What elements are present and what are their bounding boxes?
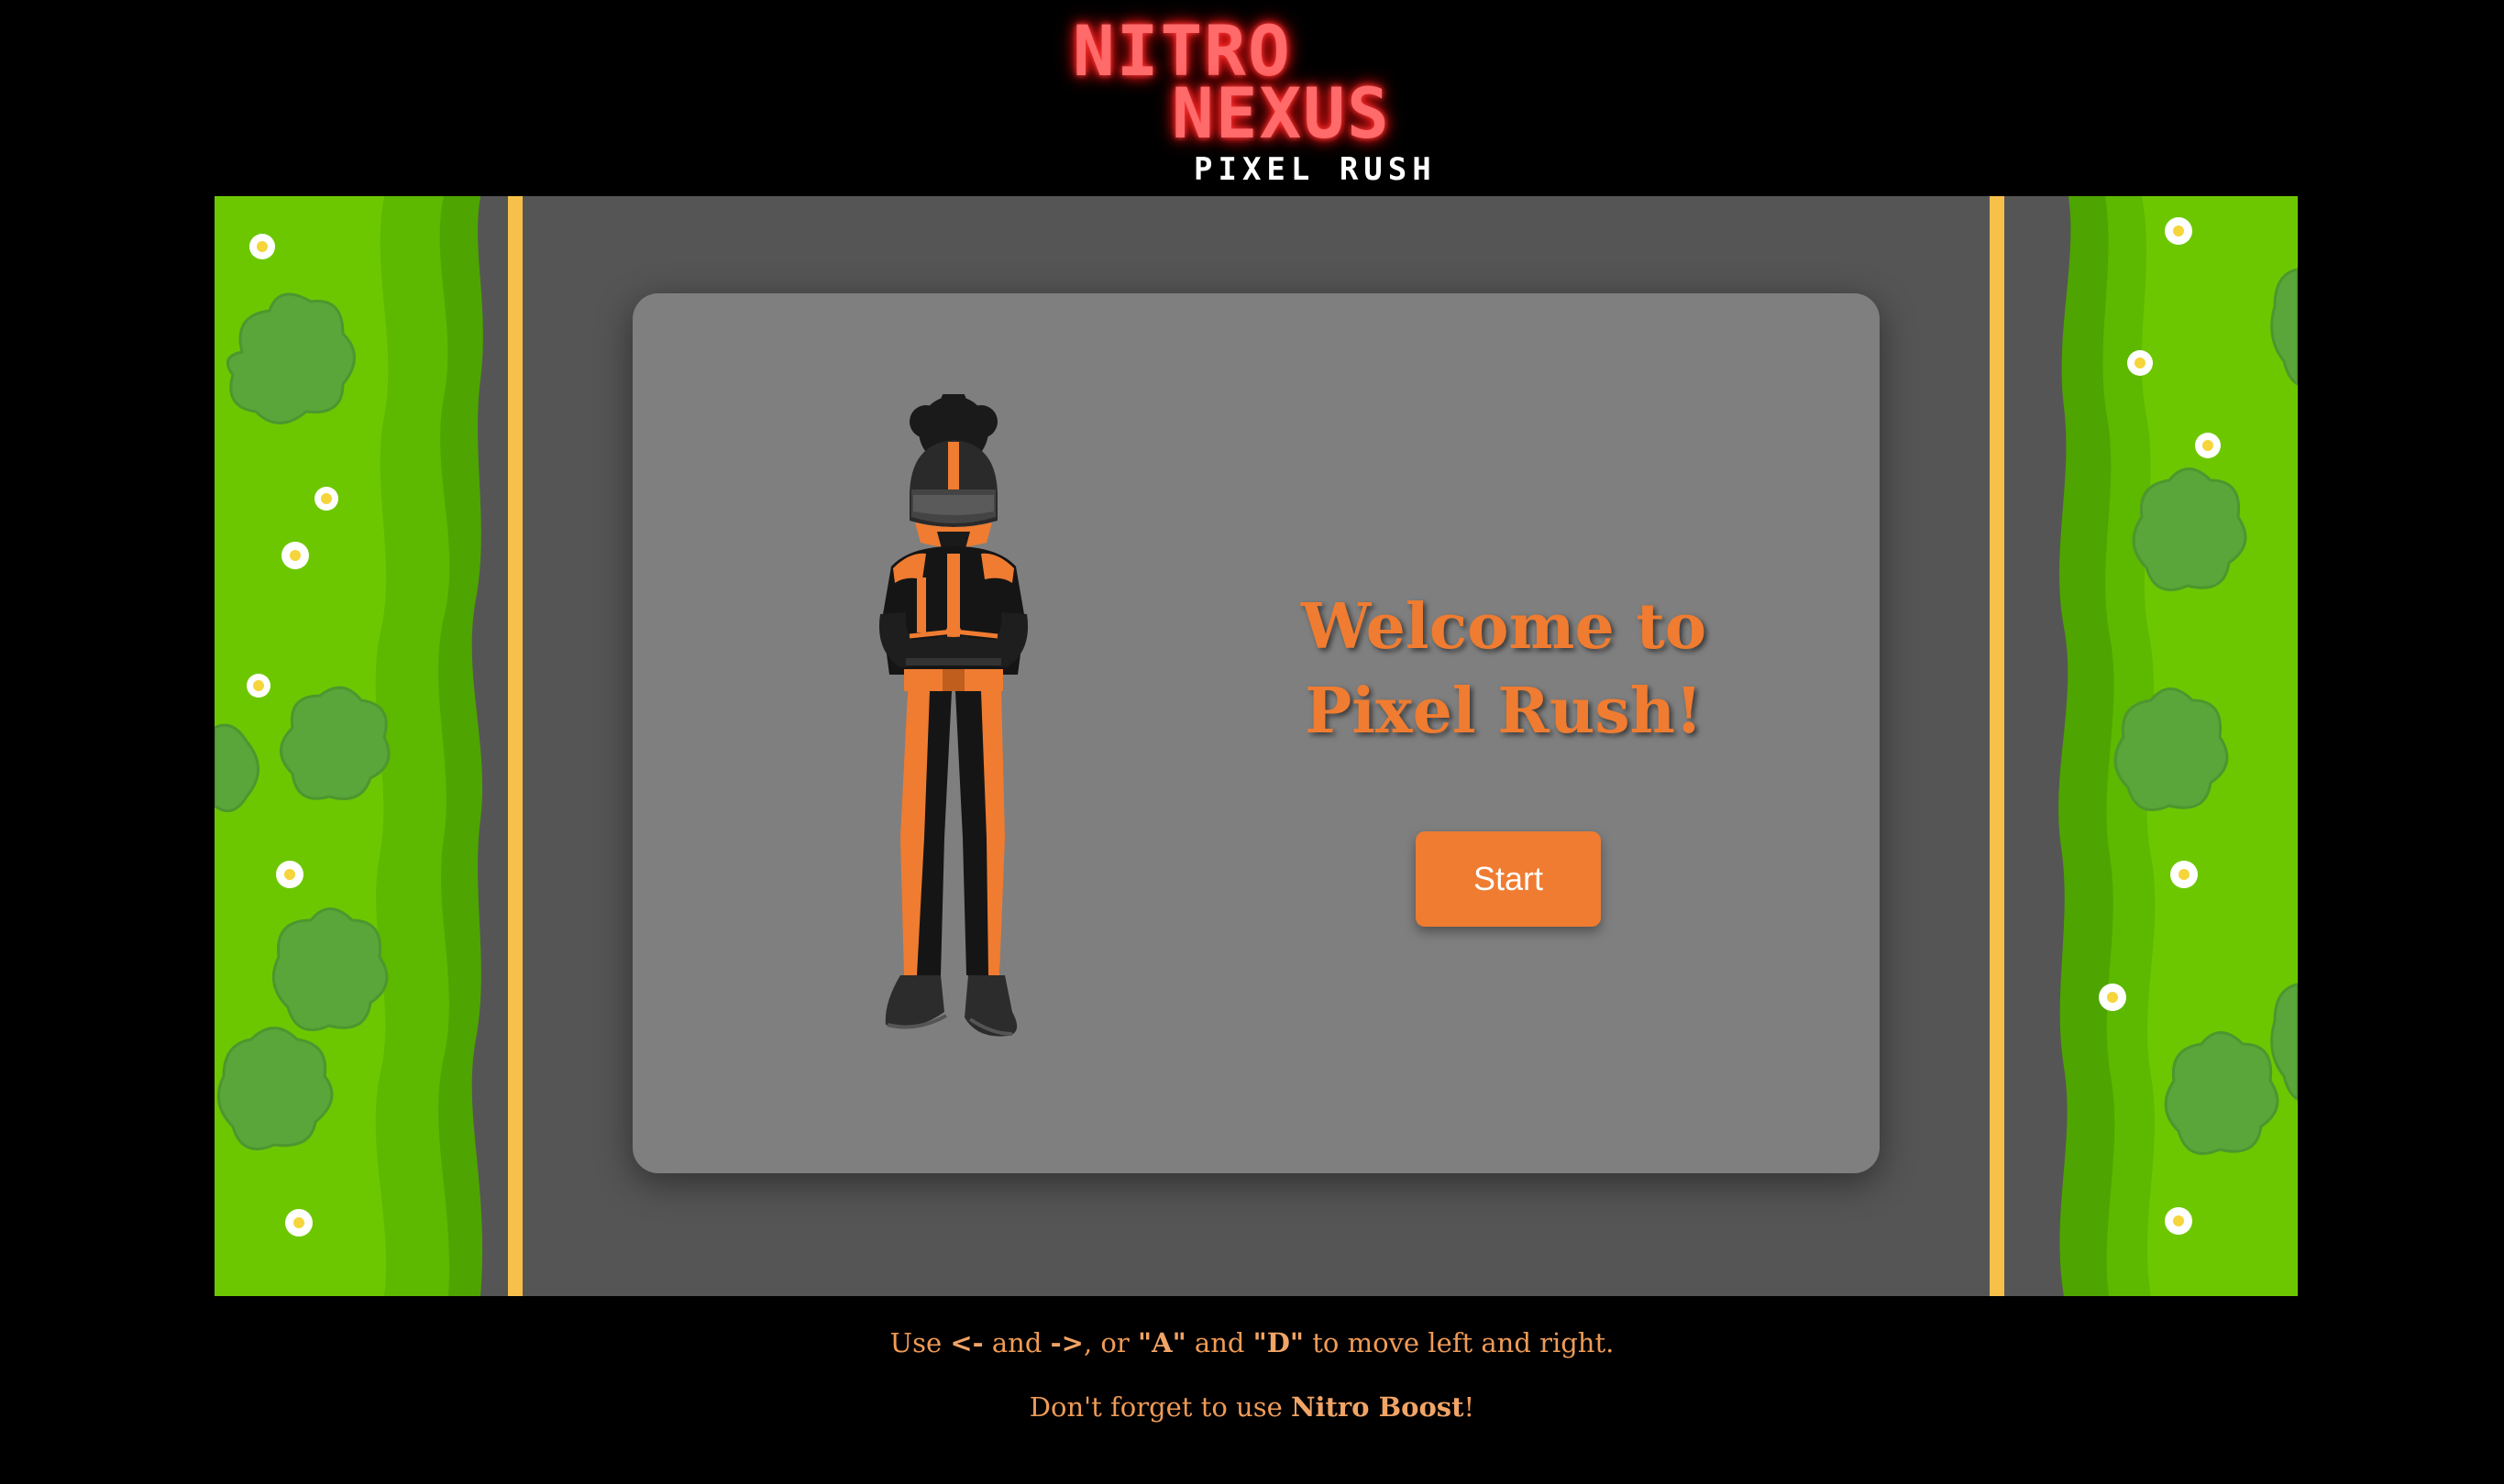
d-key-label: "D" [1252,1327,1305,1358]
welcome-heading: Welcome to Pixel Rush! [1219,585,1788,753]
welcome-heading-line2: Pixel Rush! [1305,675,1703,748]
controls-text-2: and [983,1327,1051,1358]
grass-right [2013,196,2298,1296]
nitro-boost-reminder: Don't forget to use Nitro Boost! [0,1384,2504,1448]
welcome-heading-line1: Welcome to [1300,590,1707,664]
welcome-card: Welcome to Pixel Rush! Start [633,293,1880,1173]
boost-text-2: ! [1463,1391,1475,1423]
left-arrow-key-label: <- [950,1327,984,1358]
nitro-nexus-logo: NITRO NEXUS PIXEL RUSH [1064,16,1449,186]
start-button[interactable]: Start [1416,831,1601,927]
nitro-boost-label: Nitro Boost [1290,1391,1464,1423]
boost-text-1: Don't forget to use [1029,1391,1291,1423]
instructions: Use <- and ->, or "A" and "D" to move le… [0,1320,2504,1448]
a-key-label: "A" [1137,1327,1186,1358]
controls-instruction: Use <- and ->, or "A" and "D" to move le… [0,1320,2504,1384]
controls-text-4: and [1186,1327,1253,1358]
lane-line-right [1990,196,2004,1296]
controls-text-1: Use [889,1327,951,1358]
controls-text-3: , or [1083,1327,1138,1358]
controls-text-5: to move left and right. [1304,1327,1615,1358]
game-page: NITRO NEXUS PIXEL RUSH Welcome to Pixel … [0,0,2504,1484]
lane-line-left [508,196,523,1296]
logo-nexus-text: NEXUS [1172,72,1391,154]
grass-left [215,196,517,1296]
racer-character-illustration [834,389,1073,1063]
logo-subtitle: PIXEL RUSH [1194,151,1437,188]
right-arrow-key-label: -> [1050,1327,1084,1358]
game-area: Welcome to Pixel Rush! Start [215,196,2298,1296]
